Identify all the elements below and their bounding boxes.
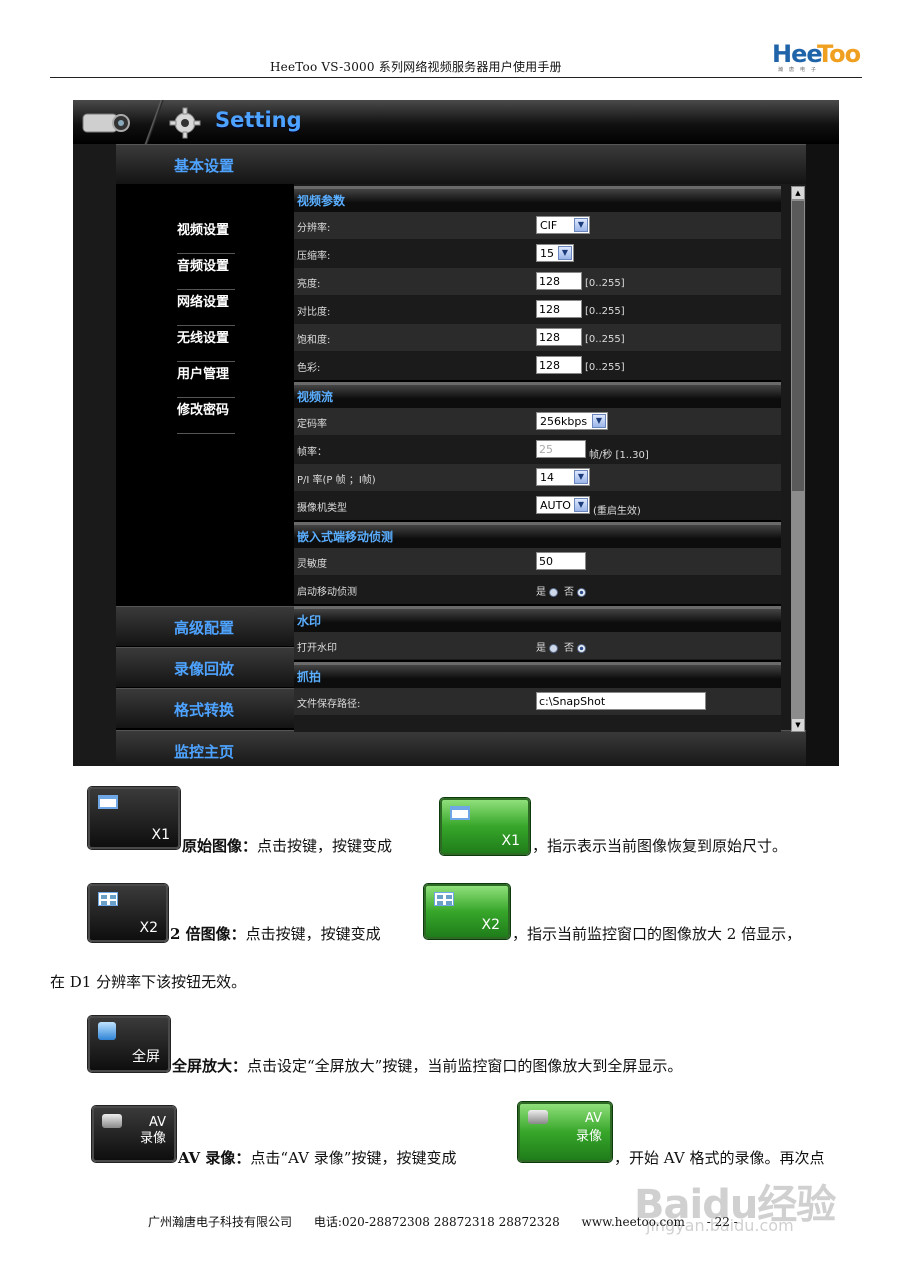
- x2-button-active: X2: [424, 884, 510, 939]
- sensitivity-input[interactable]: 50: [536, 552, 586, 570]
- row-watermark-enable: 打开水印 是否: [294, 632, 781, 660]
- motion-yes-radio[interactable]: [549, 587, 558, 597]
- menu-item-video[interactable]: 视频设置: [177, 218, 235, 254]
- contrast-input[interactable]: 128: [536, 300, 582, 318]
- compression-select[interactable]: 15 ▼: [536, 244, 574, 262]
- row-bitrate: 定码率 256kbps ▼: [294, 408, 781, 436]
- camera-icon: [528, 1110, 548, 1124]
- x1-button-active: X1: [440, 798, 530, 855]
- hue-input[interactable]: 128: [536, 356, 582, 374]
- fullscreen-button: 全屏: [88, 1016, 170, 1072]
- section-watermark: 水印: [294, 606, 781, 632]
- section-video-params: 视频参数: [294, 186, 781, 212]
- nav-advanced[interactable]: 高级配置: [116, 606, 294, 646]
- camera-icon: [82, 113, 130, 133]
- page-header: HeeToo VS-3000 系列网络视频服务器用户使用手册 Hee Too 瀚唐…: [50, 40, 862, 78]
- paragraph-x1-b: ，指示表示当前图像恢复到原始尺寸。: [532, 837, 788, 855]
- section-snapshot: 抓拍: [294, 662, 781, 688]
- heetoo-logo: Hee Too 瀚唐电子: [772, 40, 861, 73]
- settings-scrollbar[interactable]: ▲ ▼: [791, 186, 805, 732]
- menu-item-password[interactable]: 修改密码: [177, 398, 235, 434]
- nav-playback[interactable]: 录像回放: [116, 647, 294, 687]
- chevron-down-icon: ▼: [558, 246, 572, 260]
- watermark-yes-radio[interactable]: [549, 643, 558, 653]
- x1-button-normal: X1: [88, 787, 180, 849]
- chevron-down-icon: ▼: [574, 218, 588, 232]
- footer-company: 广州瀚唐电子科技有限公司: [148, 1215, 293, 1229]
- paragraph-fullscreen: 全屏放大：点击设定“全屏放大”按键，当前监控窗口的图像放大到全屏显示。: [172, 1057, 683, 1075]
- row-saturation: 饱和度: 128 [0..255]: [294, 324, 781, 352]
- x2-button-normal: X2: [88, 884, 168, 942]
- row-contrast: 对比度: 128 [0..255]: [294, 296, 781, 324]
- monitor-icon: [98, 1022, 116, 1040]
- nav-format-convert[interactable]: 格式转换: [116, 688, 294, 728]
- section-motion-detection: 嵌入式端移动侦测: [294, 522, 781, 548]
- row-framerate: 帧率： 25 帧/秒 [1..30]: [294, 436, 781, 464]
- scroll-thumb[interactable]: [792, 201, 804, 491]
- settings-screenshot: Setting 基本设置 视频设置 音频设置 网络设置 无线设置 用户管理 修改…: [73, 100, 839, 766]
- chevron-down-icon: ▼: [574, 470, 588, 484]
- av-record-button-active: AV 录像: [518, 1102, 612, 1162]
- camera-icon: [102, 1114, 122, 1128]
- pi-ratio-select[interactable]: 14 ▼: [536, 468, 590, 486]
- paragraph-x2-c: 在 D1 分辨率下该按钮无效。: [50, 973, 247, 991]
- row-save-path: 文件保存路径: c:\SnapShot: [294, 688, 781, 716]
- row-brightness: 亮度: 128 [0..255]: [294, 268, 781, 296]
- settings-topbar: Setting: [73, 100, 839, 144]
- paragraph-x2-a: 2 倍图像：点击按键，按键变成: [170, 925, 381, 943]
- settings-menu: 视频设置 音频设置 网络设置 无线设置 用户管理 修改密码: [177, 218, 235, 434]
- watermark-no-radio[interactable]: [577, 643, 586, 653]
- paragraph-av-a: AV 录像：点击“AV 录像”按键，按键变成: [178, 1149, 457, 1167]
- row-hue: 色彩: 128 [0..255]: [294, 352, 781, 380]
- paragraph-x2-b: ，指示当前监控窗口的图像放大 2 倍显示，: [512, 925, 802, 943]
- framerate-input[interactable]: 25: [536, 440, 586, 458]
- row-camera-type: 摄像机类型 AUTO ▼ (重启生效): [294, 492, 781, 520]
- window-icon: [98, 795, 118, 809]
- nav-basic-settings[interactable]: 基本设置: [116, 144, 806, 184]
- row-compression: 压缩率: 15 ▼: [294, 240, 781, 268]
- row-sensitivity: 灵敏度 50: [294, 548, 781, 576]
- scroll-down-icon[interactable]: ▼: [792, 719, 804, 731]
- header-title: HeeToo VS-3000 系列网络视频服务器用户使用手册: [270, 60, 562, 74]
- menu-item-network[interactable]: 网络设置: [177, 290, 235, 326]
- section-video-stream: 视频流: [294, 382, 781, 408]
- resolution-select[interactable]: CIF ▼: [536, 216, 590, 234]
- row-pi-ratio: P/I 率(P 帧 ；I帧) 14 ▼: [294, 464, 781, 492]
- grid-icon: [98, 892, 118, 906]
- motion-no-radio[interactable]: [577, 587, 586, 597]
- scroll-up-icon[interactable]: ▲: [792, 187, 804, 199]
- camera-type-select[interactable]: AUTO ▼: [536, 496, 590, 514]
- settings-panel: 视频参数 分辨率: CIF ▼ 压缩率: 15 ▼ 亮度: 128 [0..255] …: [294, 186, 781, 732]
- brightness-input[interactable]: 128: [536, 272, 582, 290]
- menu-item-wireless[interactable]: 无线设置: [177, 326, 235, 362]
- row-motion-enable: 启动移动侦测 是否: [294, 576, 781, 604]
- setting-title: Setting: [215, 108, 302, 132]
- paragraph-x1-a: 原始图像：点击按键，按键变成: [182, 837, 393, 855]
- baidu-watermark: Baidu经验 jingyan.baidu.com: [634, 1182, 836, 1235]
- footer-phone: 电话:020-28872308 28872318 28872328: [313, 1215, 560, 1229]
- nav-monitor-home[interactable]: 监控主页: [116, 730, 806, 766]
- bitrate-select[interactable]: 256kbps ▼: [536, 412, 608, 430]
- grid-icon: [434, 892, 454, 906]
- chevron-down-icon: ▼: [574, 498, 588, 512]
- window-icon: [450, 806, 470, 820]
- save-path-input[interactable]: c:\SnapShot: [536, 692, 706, 710]
- row-resolution: 分辨率: CIF ▼: [294, 212, 781, 240]
- av-record-button-normal: AV 录像: [92, 1106, 176, 1162]
- menu-item-audio[interactable]: 音频设置: [177, 254, 235, 290]
- saturation-input[interactable]: 128: [536, 328, 582, 346]
- menu-item-users[interactable]: 用户管理: [177, 362, 235, 398]
- paragraph-av-b: ，开始 AV 格式的录像。再次点: [614, 1149, 825, 1167]
- gear-icon: [169, 107, 201, 139]
- chevron-down-icon: ▼: [592, 414, 606, 428]
